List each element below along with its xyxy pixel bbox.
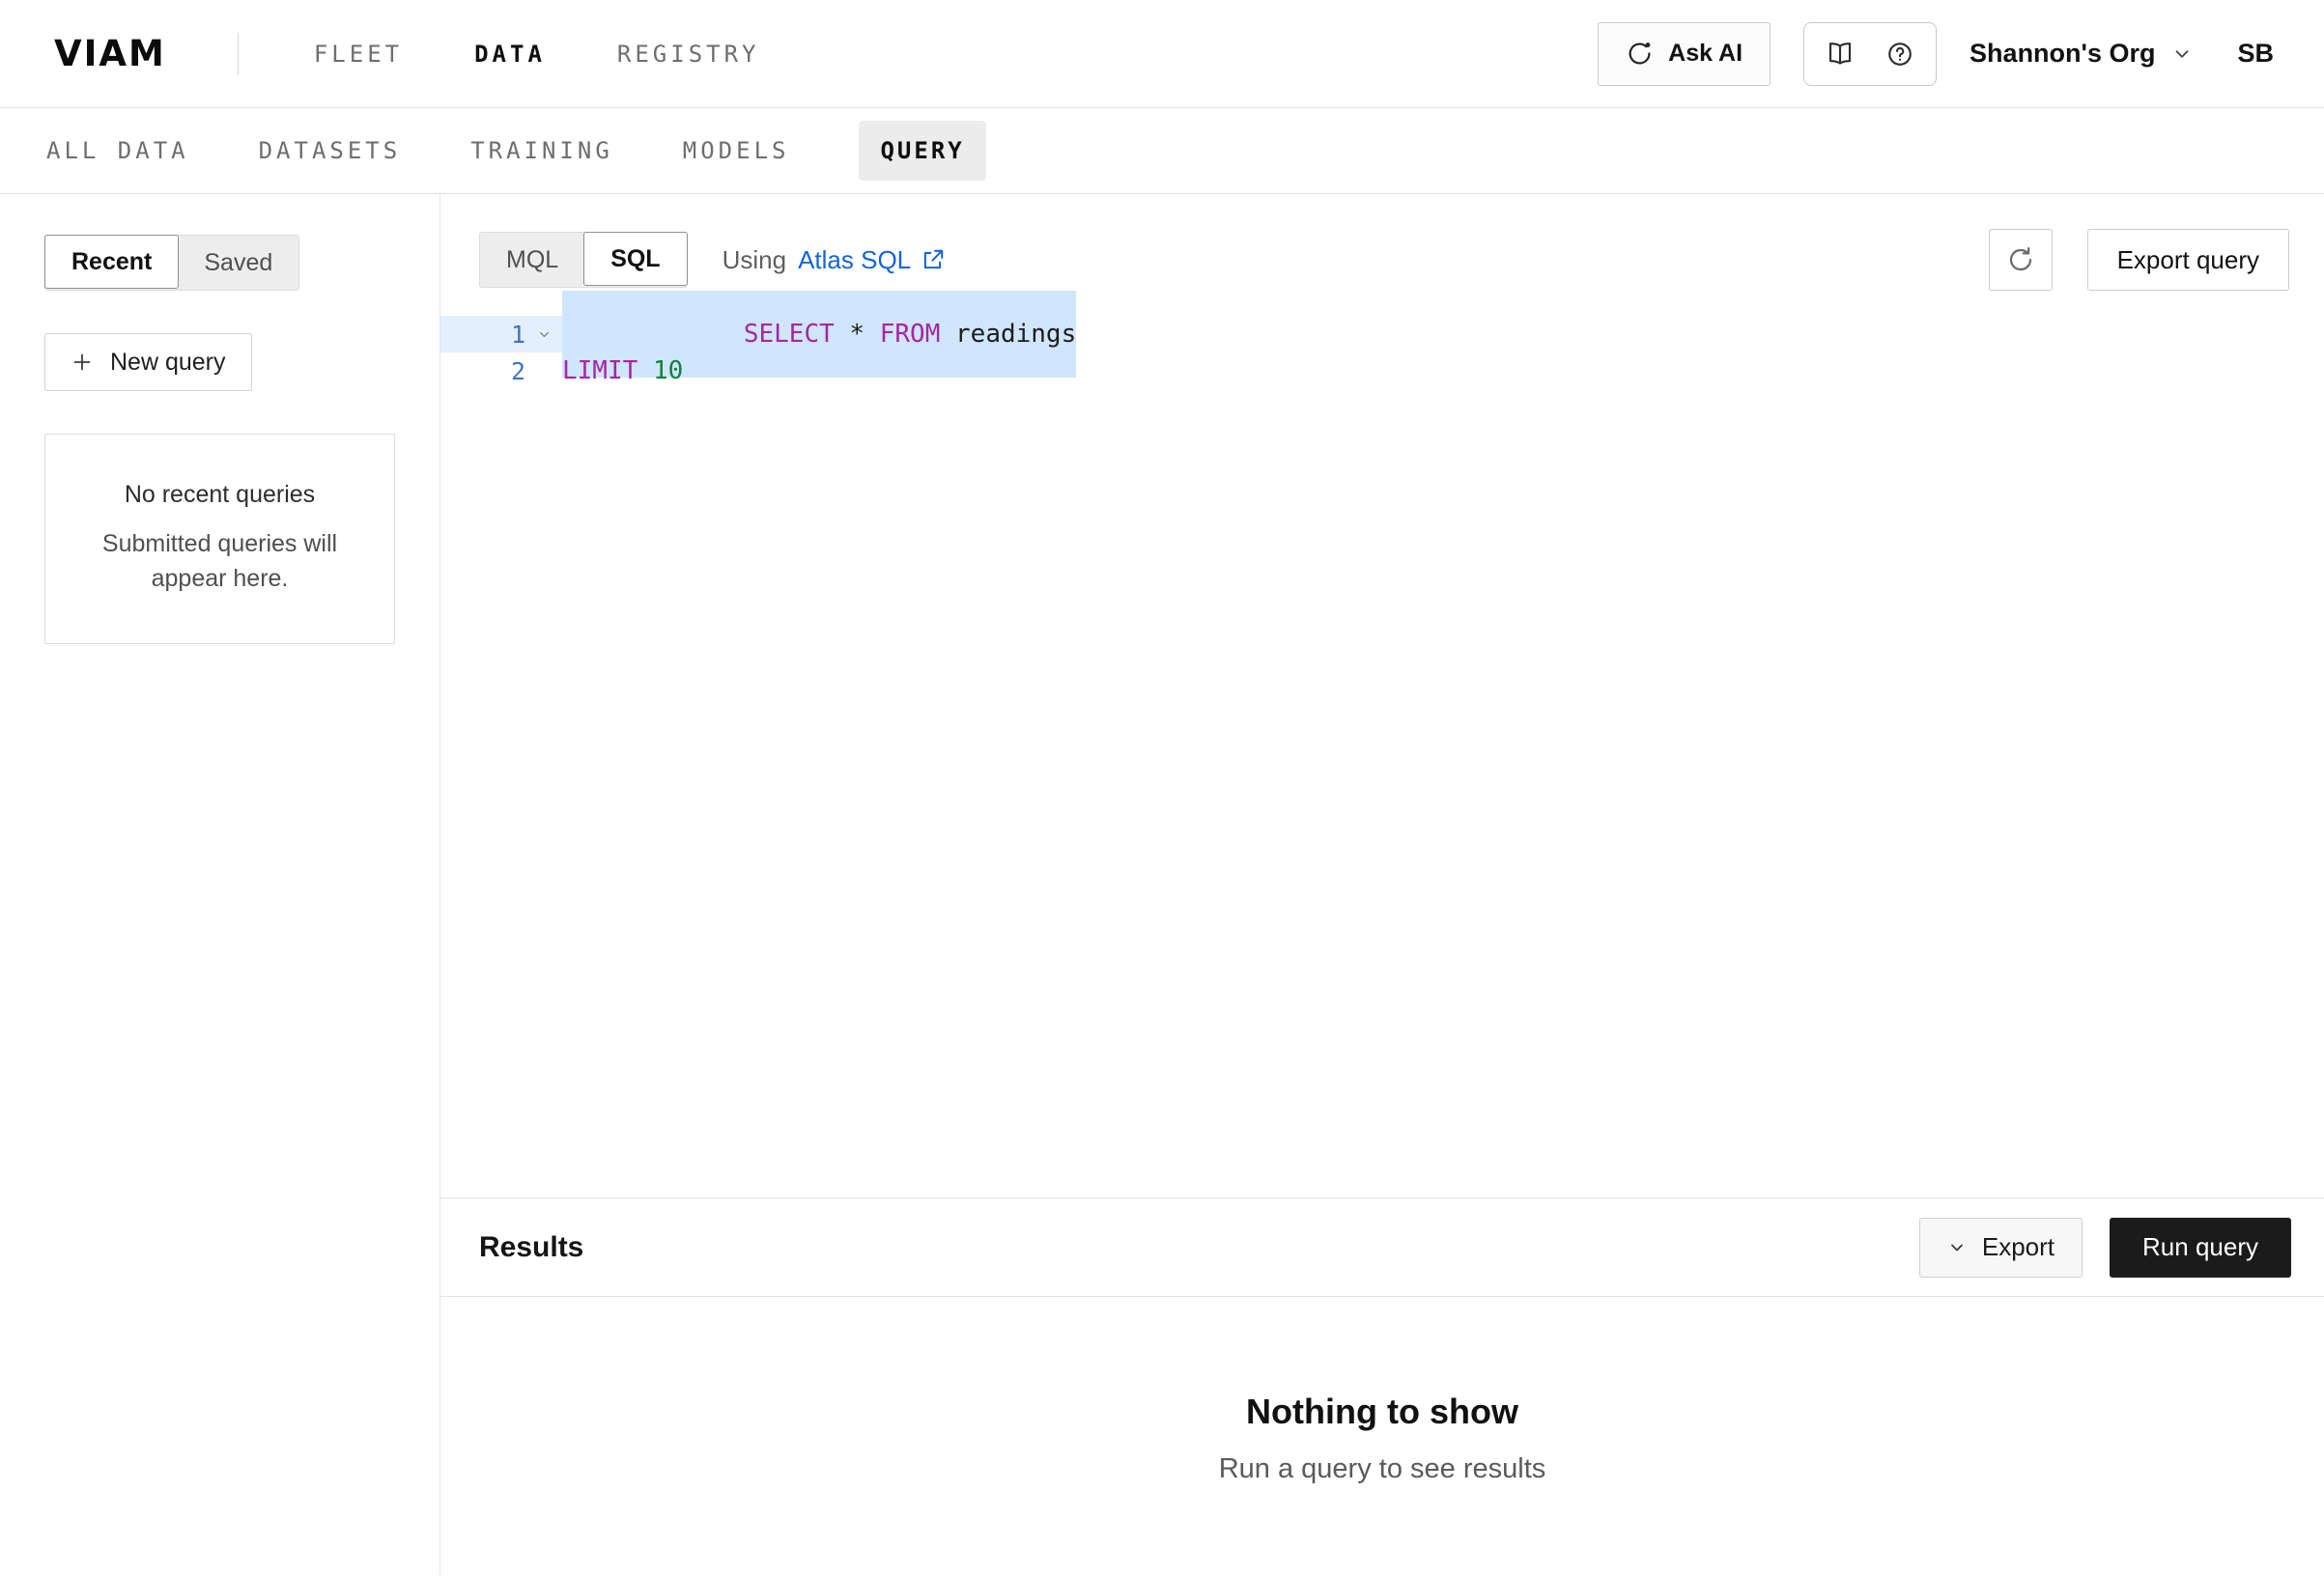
tab-datasets[interactable]: DATASETS — [259, 121, 402, 181]
sql-token: LIMIT — [562, 356, 638, 385]
line-number-1: 1 — [440, 321, 525, 349]
plus-icon — [71, 351, 94, 374]
mql-tab[interactable]: MQL — [480, 233, 584, 287]
export-results-label: Export — [1982, 1232, 2055, 1262]
external-link-icon — [921, 247, 946, 272]
docs-button[interactable] — [1810, 24, 1870, 84]
empty-queries-subtitle: Submitted queries will appear here. — [72, 526, 367, 597]
run-query-button[interactable]: Run query — [2110, 1218, 2291, 1278]
sql-token: FROM — [880, 320, 941, 349]
org-name: Shannon's Org — [1970, 39, 2155, 69]
query-main: MQL SQL Using Atlas SQL — [440, 194, 2324, 1575]
fold-chevron-icon[interactable] — [525, 316, 562, 352]
results-empty-state: Nothing to show Run a query to see resul… — [440, 1297, 2324, 1575]
help-button[interactable] — [1870, 24, 1930, 84]
help-icon-group — [1803, 22, 1937, 86]
sql-token: * — [849, 320, 864, 349]
new-query-label: New query — [110, 349, 226, 377]
recent-saved-toggle: Recent Saved — [44, 235, 299, 291]
topbar-right: Ask AI — [1598, 22, 2274, 86]
sql-code-editor[interactable]: 1 SELECT * FROM readings 2 — [440, 316, 2324, 1197]
saved-tab[interactable]: Saved — [178, 236, 298, 290]
avatar[interactable]: SB — [2237, 39, 2274, 69]
code-text-line-2: LIMIT 10 — [562, 352, 683, 389]
query-sidebar: Recent Saved New query No recent queries… — [0, 194, 440, 1575]
content: Recent Saved New query No recent queries… — [0, 194, 2324, 1575]
code-line-1[interactable]: 1 SELECT * FROM readings — [440, 316, 2324, 352]
primary-nav: FLEET DATA REGISTRY — [314, 41, 760, 68]
nav-item-fleet[interactable]: FLEET — [314, 41, 403, 68]
book-icon — [1826, 40, 1855, 69]
sql-token: SELECT — [744, 320, 835, 349]
topbar-divider — [238, 33, 239, 75]
org-selector[interactable]: Shannon's Org — [1970, 39, 2193, 69]
data-tab-bar: ALL DATA DATASETS TRAINING MODELS QUERY — [0, 108, 2324, 194]
topbar-left: VIAM FLEET DATA REGISTRY — [54, 33, 760, 75]
using-label: Using — [723, 245, 786, 275]
reset-query-button[interactable] — [1989, 229, 2053, 291]
no-recent-queries-box: No recent queries Submitted queries will… — [44, 434, 395, 644]
ask-ai-icon — [1626, 40, 1654, 68]
results-bar: Results Export Run query — [440, 1197, 2324, 1297]
sql-token: 10 — [653, 356, 683, 385]
chevron-down-icon — [2171, 43, 2193, 65]
query-toolbar: MQL SQL Using Atlas SQL — [479, 229, 2289, 291]
ask-ai-button[interactable]: Ask AI — [1598, 22, 1771, 86]
new-query-button[interactable]: New query — [44, 333, 252, 391]
empty-queries-title: No recent queries — [72, 481, 367, 509]
refresh-icon — [2006, 245, 2035, 274]
tab-all-data[interactable]: ALL DATA — [46, 121, 189, 181]
line-number-2: 2 — [440, 357, 525, 385]
atlas-sql-link[interactable]: Atlas SQL — [798, 245, 946, 275]
tab-models[interactable]: MODELS — [683, 121, 790, 181]
ask-ai-label: Ask AI — [1668, 40, 1743, 68]
fold-spacer — [525, 352, 562, 389]
using-atlas-sql: Using Atlas SQL — [723, 245, 947, 275]
atlas-sql-link-label: Atlas SQL — [798, 245, 911, 275]
tab-query[interactable]: QUERY — [859, 121, 985, 181]
top-bar: VIAM FLEET DATA REGISTRY Ask AI — [0, 0, 2324, 108]
viam-logo[interactable]: VIAM — [54, 33, 166, 74]
empty-results-title: Nothing to show — [1246, 1392, 1518, 1432]
recent-tab[interactable]: Recent — [44, 235, 179, 289]
export-query-button[interactable]: Export query — [2087, 229, 2289, 291]
help-icon — [1885, 40, 1914, 69]
results-title: Results — [479, 1231, 583, 1264]
tab-training[interactable]: TRAINING — [470, 121, 613, 181]
nav-item-registry[interactable]: REGISTRY — [617, 41, 760, 68]
sql-tab[interactable]: SQL — [583, 232, 687, 286]
chevron-down-icon — [1947, 1238, 1967, 1257]
code-text-line-1: SELECT * FROM readings — [562, 316, 1076, 352]
gutter-line-1: 1 — [440, 316, 562, 352]
query-language-toggle: MQL SQL — [479, 232, 688, 288]
gutter-line-2: 2 — [440, 352, 562, 389]
empty-results-subtitle: Run a query to see results — [1219, 1453, 1546, 1485]
sql-token: readings — [955, 320, 1076, 349]
nav-item-data[interactable]: DATA — [474, 41, 546, 68]
export-results-button[interactable]: Export — [1919, 1218, 2083, 1278]
